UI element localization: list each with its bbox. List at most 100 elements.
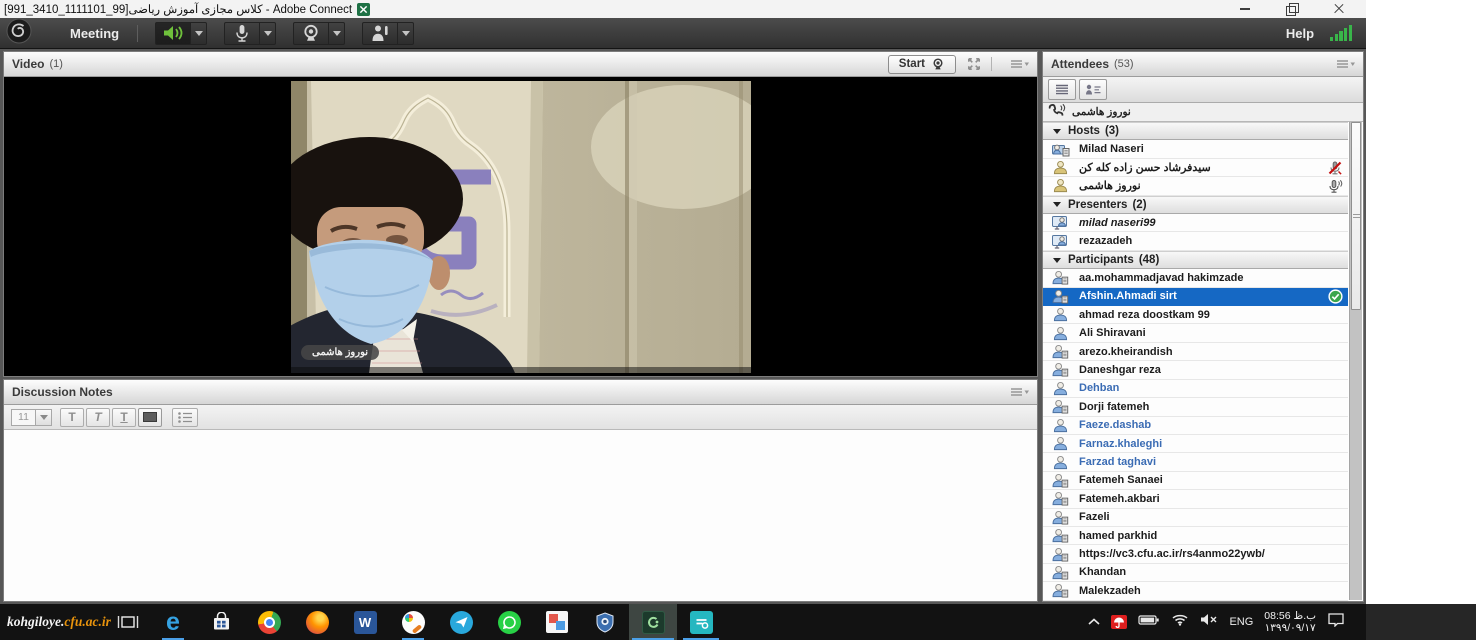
attendee-row[interactable]: rezazadeh xyxy=(1043,232,1348,250)
attendee-row[interactable]: Malekzadeh xyxy=(1043,582,1348,600)
person-doc-icon xyxy=(1051,528,1070,543)
attendees-scrollbar[interactable] xyxy=(1349,122,1362,600)
bold-button[interactable]: T xyxy=(60,408,84,427)
mic-button[interactable] xyxy=(224,22,260,45)
connect-addin-icon[interactable] xyxy=(677,604,725,640)
font-size-dropdown[interactable] xyxy=(35,409,52,426)
adobe-connect-app-icon[interactable] xyxy=(629,604,677,640)
attendee-row[interactable]: Faeze.dashab xyxy=(1043,417,1348,435)
attendees-pod: Attendees (53) نوروز هاشمی xyxy=(1042,51,1364,602)
start-webcam-button[interactable]: Start xyxy=(888,55,956,74)
collapse-arrow-icon xyxy=(1053,129,1061,134)
attendee-row[interactable]: Daneshgar reza xyxy=(1043,361,1348,379)
attendee-row[interactable]: Dorji fatemeh xyxy=(1043,398,1348,416)
attendee-row[interactable]: نوروز هاشمی xyxy=(1043,177,1348,195)
task-view-icon[interactable] xyxy=(117,614,139,630)
whatsapp-icon[interactable] xyxy=(485,604,533,640)
attendee-name: Fatemeh Sanaei xyxy=(1079,474,1163,486)
status-dropdown-button[interactable] xyxy=(398,22,414,45)
font-size-value[interactable]: 11 xyxy=(11,409,36,426)
taskbar-branding: kohgiloye.cfu.ac.ir xyxy=(7,614,115,630)
attendee-name: Faeze.dashab xyxy=(1079,419,1151,431)
webcam-shield-icon[interactable] xyxy=(581,604,629,640)
person-icon xyxy=(1051,455,1070,470)
tray-expand-icon[interactable] xyxy=(1088,613,1100,631)
italic-button[interactable]: T xyxy=(86,408,110,427)
attendee-row[interactable]: aa.mohammadjavad hakimzade xyxy=(1043,269,1348,287)
collapse-arrow-icon xyxy=(1053,202,1061,207)
restore-button[interactable] xyxy=(1285,3,1299,15)
attendee-row[interactable]: ahmad reza doostkam 99 xyxy=(1043,306,1348,324)
close-button[interactable] xyxy=(1332,3,1346,15)
attendee-row[interactable]: https://vc3.cfu.ac.ir/rs4anmo22ywb/ xyxy=(1043,545,1348,563)
connection-signal-icon[interactable] xyxy=(1330,25,1352,41)
person-doc-icon xyxy=(1051,270,1070,285)
attendee-row[interactable]: Fatemeh.akbari xyxy=(1043,490,1348,508)
attendee-list-view-button[interactable] xyxy=(1048,79,1076,100)
volume-muted-icon[interactable] xyxy=(1200,613,1218,631)
tray-clock[interactable]: ب.ظ 08:56 ۱۳۹۹/۰۹/۱۷ xyxy=(1264,610,1316,634)
video-pod-menu-icon[interactable] xyxy=(1009,59,1029,69)
attendee-row[interactable]: Farnaz.khaleghi xyxy=(1043,435,1348,453)
picture-manager-icon[interactable] xyxy=(533,604,581,640)
bullet-list-button[interactable] xyxy=(172,408,198,427)
firefox-icon[interactable] xyxy=(293,604,341,640)
speaker-dropdown-button[interactable] xyxy=(191,22,207,45)
wifi-icon[interactable] xyxy=(1171,613,1189,631)
word-icon[interactable]: W xyxy=(341,604,389,640)
paint3d-icon[interactable] xyxy=(389,604,437,640)
attendee-row[interactable]: hamed parkhid xyxy=(1043,527,1348,545)
attendee-row[interactable]: Dehban xyxy=(1043,380,1348,398)
attendee-row[interactable]: milad naseri99 xyxy=(1043,214,1348,232)
fullscreen-icon[interactable] xyxy=(966,56,982,72)
group-header-hosts[interactable]: Hosts(3) xyxy=(1043,122,1348,140)
minimize-button[interactable] xyxy=(1238,3,1252,15)
group-header-participants[interactable]: Participants(48) xyxy=(1043,251,1348,269)
chrome-icon[interactable] xyxy=(245,604,293,640)
notes-pod-menu-icon[interactable] xyxy=(1009,387,1029,397)
adobe-connect-logo-icon xyxy=(6,18,32,49)
video-pod: Video (1) Start xyxy=(3,51,1038,377)
battery-icon[interactable] xyxy=(1138,613,1160,631)
language-indicator[interactable]: ENG xyxy=(1229,616,1253,628)
group-header-presenters[interactable]: Presenters(2) xyxy=(1043,196,1348,214)
notes-format-toolbar: 11 T T T xyxy=(4,405,1037,430)
attendee-row[interactable]: Ali Shiravani xyxy=(1043,324,1348,342)
attendee-row[interactable]: Khandan xyxy=(1043,564,1348,582)
meeting-workspace: Video (1) Start xyxy=(0,49,1366,604)
title-bar-app-icon xyxy=(357,3,370,16)
microsoft-store-icon[interactable] xyxy=(197,604,245,640)
underline-button[interactable]: T xyxy=(112,408,136,427)
attendee-name: Ali Shiravani xyxy=(1079,327,1146,339)
text-color-button[interactable] xyxy=(138,408,162,427)
scrollbar-thumb[interactable] xyxy=(1351,122,1361,310)
attendee-name: Afshin.Ahmadi sirt xyxy=(1079,290,1177,302)
attendee-row[interactable]: Afshin.Ahmadi sirt xyxy=(1043,288,1348,306)
attendee-row[interactable]: Milad Naseri xyxy=(1043,140,1348,158)
menu-meeting[interactable]: Meeting xyxy=(70,26,119,41)
video-content: نوروز هاشمی xyxy=(4,77,1037,376)
notes-text-area[interactable] xyxy=(4,430,1037,601)
mic-dropdown-button[interactable] xyxy=(260,22,276,45)
attendee-list: Hosts(3)Milad Naseri سیدفرشاد حسن زاده کل… xyxy=(1043,122,1348,601)
attendee-name: سیدفرشاد حسن زاده کله کن xyxy=(1079,161,1211,174)
attendee-status-view-button[interactable] xyxy=(1079,79,1107,100)
action-center-icon[interactable] xyxy=(1327,612,1345,632)
attendee-row[interactable]: Fazeli xyxy=(1043,509,1348,527)
windows-taskbar: kohgiloye.cfu.ac.ir e W xyxy=(0,604,1476,640)
attendees-pod-menu-icon[interactable] xyxy=(1335,59,1355,69)
speaker-button[interactable] xyxy=(155,22,191,45)
raise-hand-button[interactable] xyxy=(362,22,398,45)
webcam-button[interactable] xyxy=(293,22,329,45)
phone-attendee-row[interactable]: نوروز هاشمی xyxy=(1043,103,1363,122)
antivirus-icon[interactable] xyxy=(1111,615,1127,629)
attendee-row[interactable]: Farzad taghavi xyxy=(1043,453,1348,471)
attendee-row[interactable]: سیدفرشاد حسن زاده کله کن xyxy=(1043,159,1348,177)
telegram-icon[interactable] xyxy=(437,604,485,640)
edge-icon[interactable]: e xyxy=(149,604,197,640)
attendee-row[interactable]: arezo.kheirandish xyxy=(1043,343,1348,361)
mic-icon xyxy=(235,24,249,43)
menu-help[interactable]: Help xyxy=(1286,26,1314,41)
attendee-row[interactable]: Fatemeh Sanaei xyxy=(1043,472,1348,490)
webcam-dropdown-button[interactable] xyxy=(329,22,345,45)
